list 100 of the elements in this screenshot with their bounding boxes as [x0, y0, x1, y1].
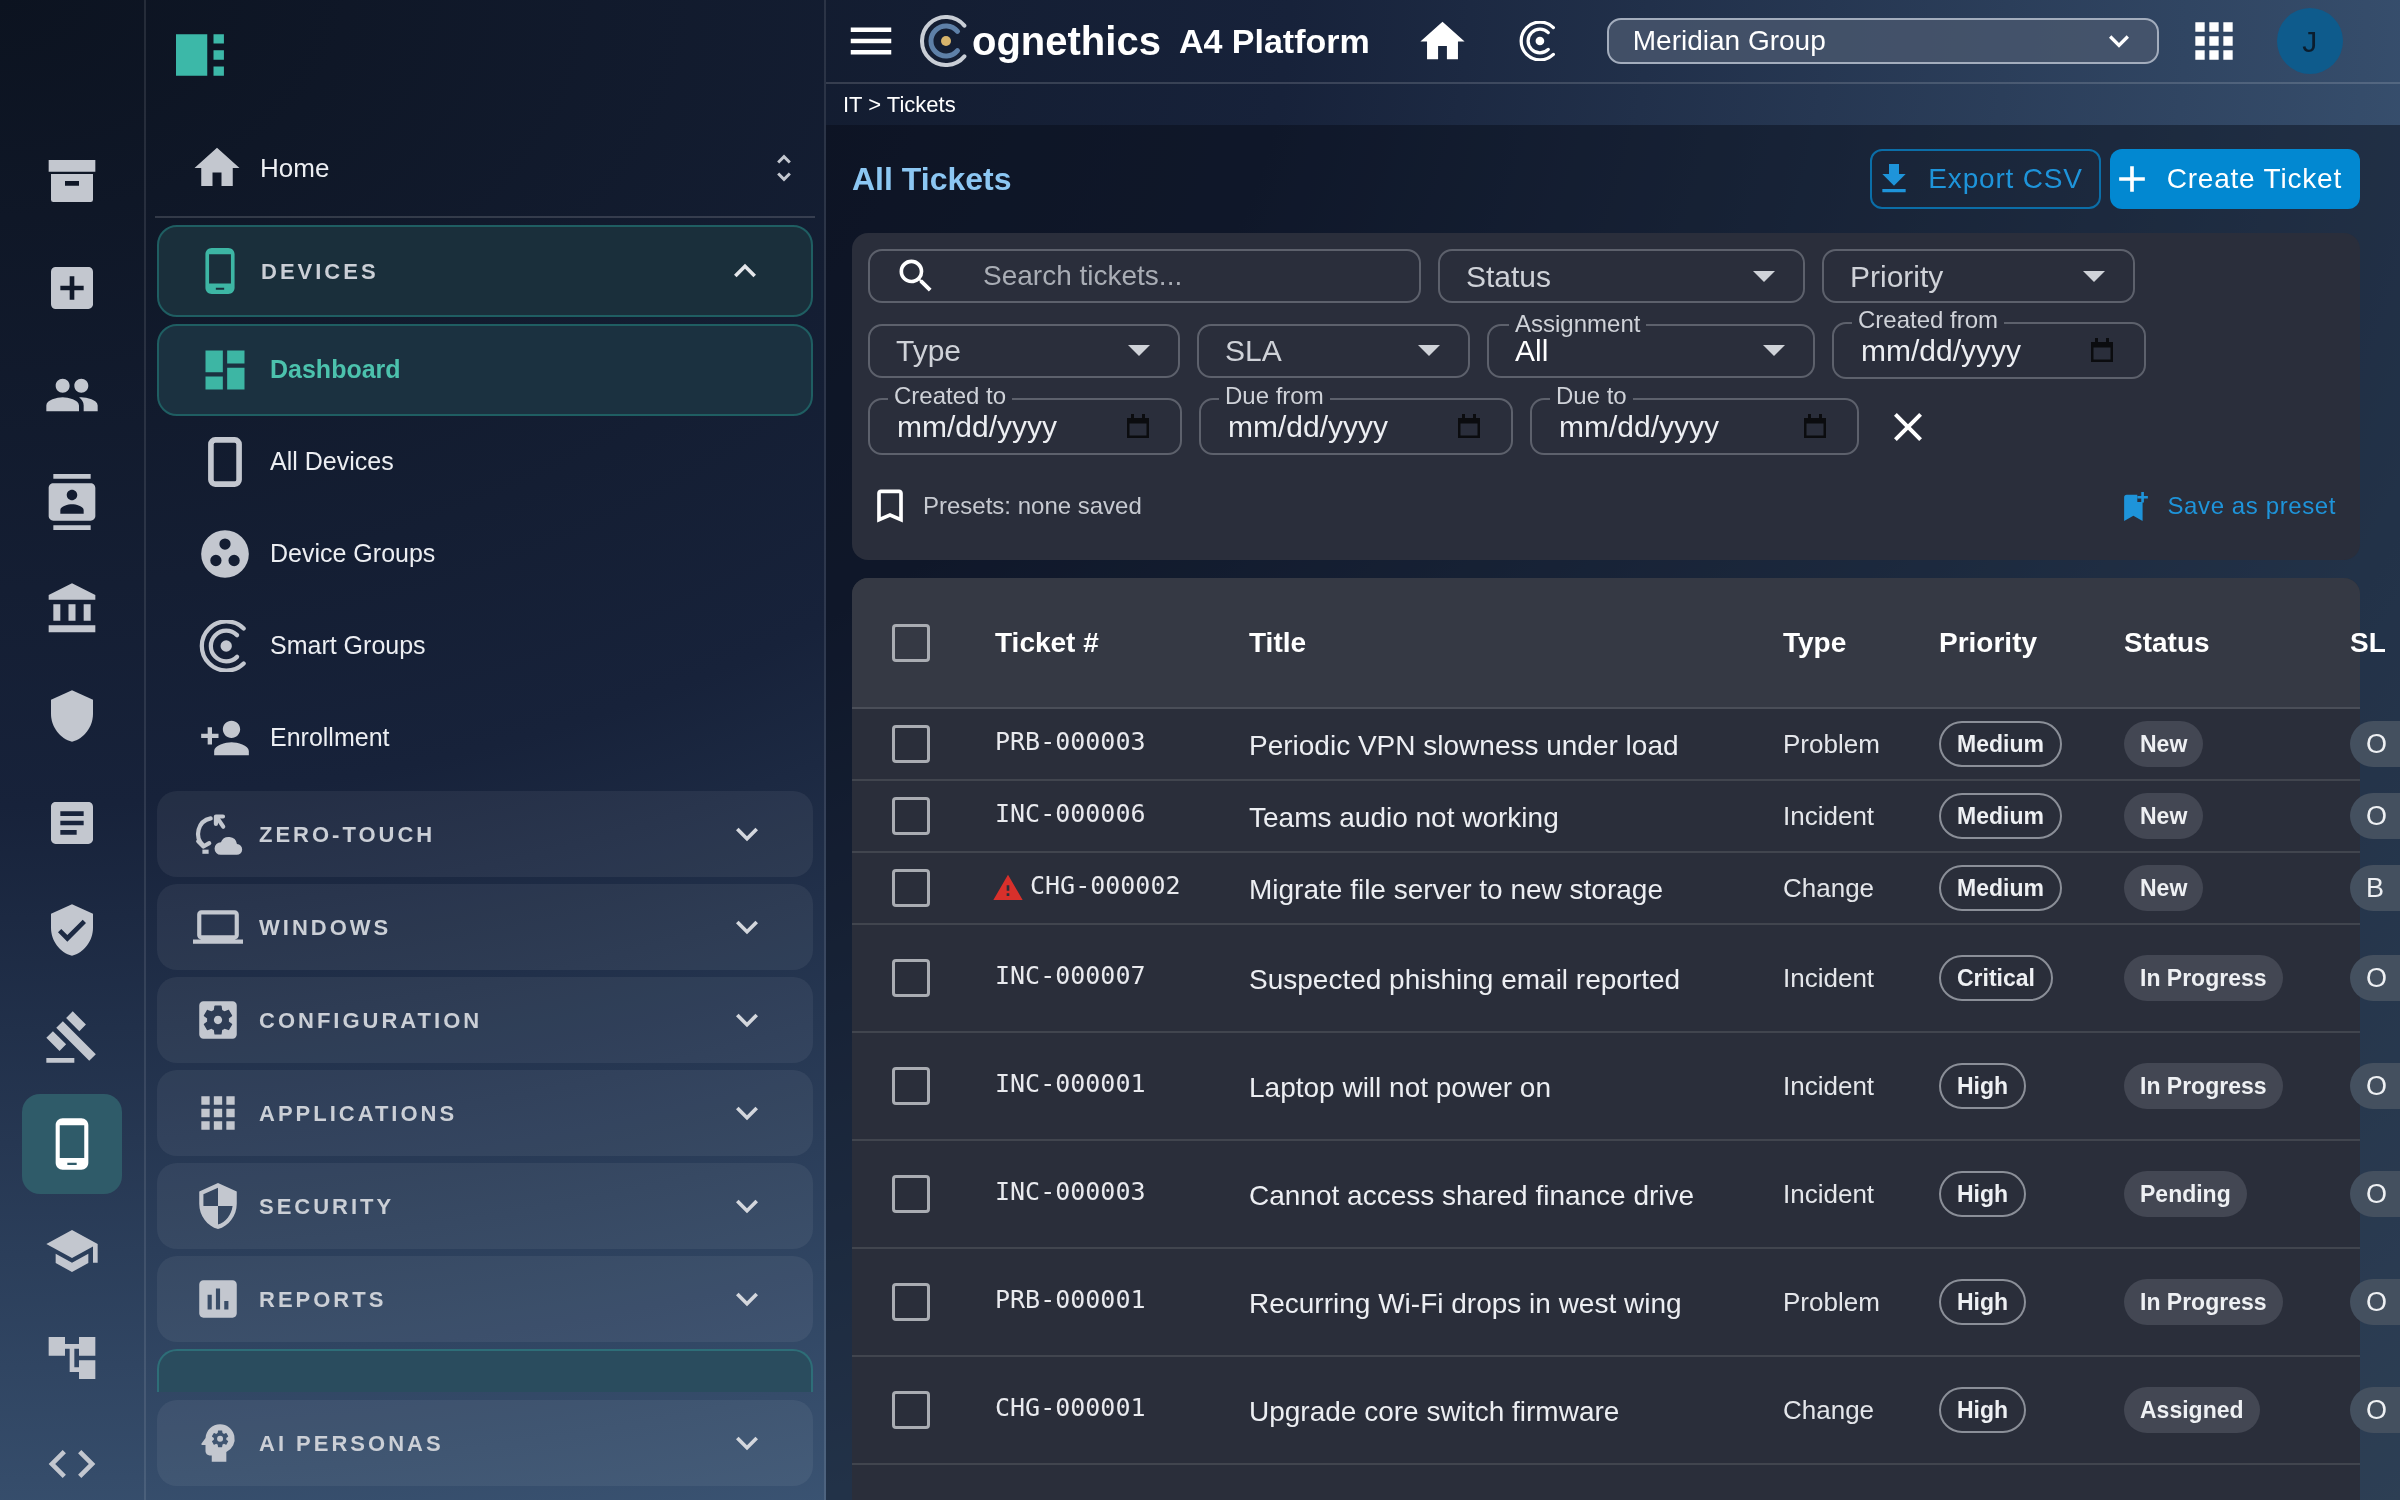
ticket-id[interactable]: CHG-000001	[995, 1389, 1146, 1427]
circle-dots-icon	[199, 528, 251, 580]
ticket-id[interactable]: INC-000006	[995, 795, 1146, 833]
status-chip: Assigned	[2124, 1387, 2260, 1433]
ticket-type: Change	[1783, 871, 1875, 905]
priority-chip: High	[1939, 1063, 2027, 1109]
product-name: A4 Platform	[1178, 20, 1370, 62]
dropdown-arrow-icon	[1418, 345, 1440, 356]
ticket-title: Laptop will not power on	[1249, 1071, 1551, 1105]
brand-name: ognethics	[972, 18, 1161, 65]
sla-chip: O	[2350, 955, 2400, 1001]
sidebar-nav-item[interactable]: All Devices	[157, 416, 813, 508]
save-preset-button[interactable]: Save as preset	[2123, 488, 2336, 524]
dropdown-arrow-icon	[1753, 270, 1775, 282]
outlined-button[interactable]: Export CSV	[1870, 149, 2101, 209]
rail-nav-button[interactable]	[22, 1094, 122, 1194]
sidebar-group-header[interactable]: APPLICATIONS	[157, 1070, 813, 1156]
status-chip: New	[2124, 721, 2204, 767]
sla-chip: O	[2350, 1171, 2400, 1217]
ticket-title: Suspected phishing email reported	[1249, 963, 1681, 997]
ticket-id[interactable]: CHG-000002	[1030, 867, 1181, 905]
sla-chip: O	[2350, 1387, 2400, 1433]
layout-icon[interactable]	[176, 34, 226, 76]
ticket-type: Incident	[1783, 1177, 1875, 1211]
row-checkbox[interactable]	[892, 725, 930, 763]
ticket-title: Periodic VPN slowness under load	[1249, 729, 1679, 763]
status-chip: In Progress	[2124, 1063, 2283, 1109]
column-header[interactable]: Title	[1249, 621, 1307, 664]
priority-chip: Critical	[1939, 955, 2053, 1001]
ticket-title: Cannot access shared finance drive	[1249, 1179, 1695, 1213]
sidebar-group-header[interactable]: AI PERSONAS	[157, 1400, 813, 1486]
sidebar-nav-item[interactable]: Smart Groups	[157, 600, 813, 692]
select-field[interactable]: Type	[868, 323, 1180, 378]
select-field[interactable]: Status	[1438, 249, 1805, 303]
organization-select[interactable]: Meridian Group	[1606, 18, 2159, 64]
row-checkbox[interactable]	[892, 1283, 930, 1321]
ticket-type: Incident	[1783, 1069, 1875, 1103]
sidebar-nav-item[interactable]: Dashboard	[157, 324, 813, 416]
breadcrumb[interactable]: IT > Tickets	[843, 88, 956, 121]
status-chip: In Progress	[2124, 955, 2283, 1001]
select-field[interactable]: SLA	[1197, 323, 1470, 378]
sidebar-group-header[interactable]: CONFIGURATION	[157, 977, 813, 1063]
sidebar-nav-item[interactable]: Enrollment	[157, 692, 813, 784]
ticket-title: Teams audio not working	[1249, 801, 1559, 835]
row-checkbox[interactable]	[892, 1175, 930, 1213]
status-chip: New	[2124, 865, 2204, 911]
page-title: All Tickets	[852, 160, 1012, 199]
sla-chip: O	[2350, 1279, 2400, 1325]
sidebar-group-header[interactable]: REPORTS	[157, 1256, 813, 1342]
ticket-id[interactable]: INC-000007	[995, 957, 1146, 995]
row-checkbox[interactable]	[892, 1391, 930, 1429]
ticket-title: Migrate file server to new storage	[1249, 873, 1663, 907]
column-header[interactable]: SL	[2350, 621, 2386, 664]
ticket-type: Incident	[1783, 961, 1875, 995]
dropdown-arrow-icon	[1763, 345, 1785, 356]
status-chip: New	[2124, 793, 2204, 839]
sla-chip: O	[2350, 1063, 2400, 1109]
column-header[interactable]: Status	[2124, 621, 2210, 664]
bookmark-plus-icon	[2123, 491, 2148, 521]
select-field[interactable]: Priority	[1822, 249, 2135, 303]
sla-chip: B	[2350, 865, 2400, 911]
priority-chip: High	[1939, 1387, 2027, 1433]
priority-chip: Medium	[1939, 721, 2062, 767]
primary-button[interactable]: Create Ticket	[2109, 149, 2360, 209]
ticket-id[interactable]: PRB-000001	[995, 1281, 1146, 1319]
row-checkbox[interactable]	[892, 869, 930, 907]
priority-chip: Medium	[1939, 865, 2062, 911]
column-header[interactable]: Priority	[1939, 621, 2038, 664]
row-checkbox[interactable]	[892, 959, 930, 997]
ticket-type: Incident	[1783, 799, 1875, 833]
dropdown-arrow-icon	[2083, 270, 2105, 282]
status-chip: Pending	[2124, 1171, 2247, 1217]
sidebar-group-header[interactable]: ZERO-TOUCH	[157, 791, 813, 877]
sla-chip: O	[2350, 793, 2400, 839]
search-field[interactable]: Search tickets...	[868, 249, 1421, 303]
ticket-type: Problem	[1783, 727, 1880, 761]
row-checkbox[interactable]	[892, 797, 930, 835]
presets-status: Presets: none saved	[923, 491, 1142, 521]
priority-chip: High	[1939, 1279, 2027, 1325]
status-chip: In Progress	[2124, 1279, 2283, 1325]
select-all-checkbox[interactable]	[892, 623, 930, 662]
sidebar-nav-item[interactable]: Device Groups	[157, 508, 813, 600]
dropdown-arrow-icon	[1128, 345, 1150, 356]
ticket-type: Problem	[1783, 1285, 1880, 1319]
sidebar-group-header[interactable]: DEVICES	[157, 225, 813, 317]
sidebar-group-header[interactable]: SECURITY	[157, 1163, 813, 1249]
priority-chip: High	[1939, 1171, 2027, 1217]
ticket-title: Recurring Wi-Fi drops in west wing	[1249, 1287, 1682, 1321]
ticket-id[interactable]: PRB-000003	[995, 723, 1146, 761]
column-header[interactable]: Type	[1783, 621, 1847, 664]
ticket-id[interactable]: INC-000003	[995, 1173, 1146, 1211]
ticket-id[interactable]: INC-000001	[995, 1065, 1146, 1103]
sidebar-group-header[interactable]: WINDOWS	[157, 884, 813, 970]
home-nav-item[interactable]: Home	[156, 120, 814, 216]
ticket-title: Upgrade core switch firmware	[1249, 1395, 1620, 1429]
column-header[interactable]: Ticket #	[995, 621, 1099, 664]
priority-chip: Medium	[1939, 793, 2062, 839]
sla-chip: O	[2350, 721, 2400, 767]
ticket-type: Change	[1783, 1393, 1875, 1427]
row-checkbox[interactable]	[892, 1067, 930, 1105]
